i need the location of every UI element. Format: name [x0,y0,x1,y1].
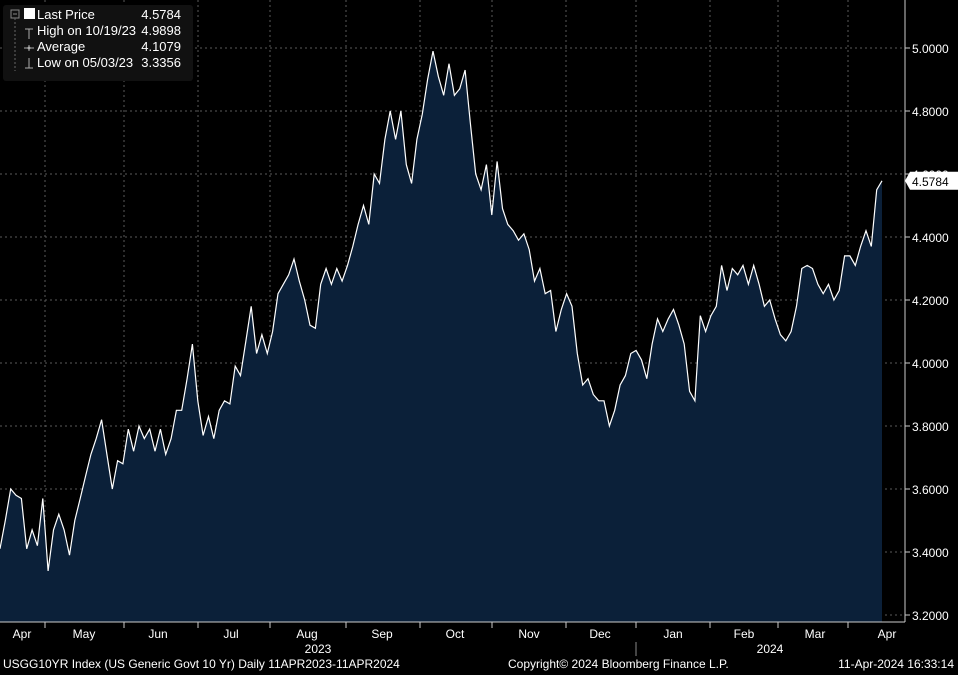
x-tick-label: Sep [371,627,393,641]
price-chart: 3.2000 3.4000 3.6000 3.8000 4.0000 4.2000 4.40… [0,0,958,656]
legend-label: Average [37,39,86,54]
y-tick-label: 4.2000 [912,294,949,308]
y-tick-label: 3.2000 [912,609,949,623]
legend-low: Low on 05/03/23 3.3356 [37,55,187,71]
legend-label: High on 10/19/23 [37,23,137,38]
footer-timestamp: 11-Apr-2024 16:33:14 [838,657,954,671]
x-tick-label: Mar [805,627,826,641]
x-tick-label: Apr [878,627,897,641]
x-tick-label: Nov [518,627,539,641]
x-tick-label: Jun [148,627,167,641]
y-tick-label: 3.6000 [912,483,949,497]
y-tick-label: 4.4000 [912,231,949,245]
legend-last-price: Last Price 4.5784 [37,7,187,23]
x-tick-label: Jan [663,627,682,641]
price-area [0,51,882,623]
x-tick-label: Aug [296,627,317,641]
x-tick-label: Dec [589,627,610,641]
legend-value: 4.1079 [141,39,181,54]
y-tick-label: 3.4000 [912,546,949,560]
legend-value: 4.5784 [141,7,181,22]
x-tick-label: Apr [13,627,32,641]
y-tick-label: 5.0000 [912,42,949,56]
x-tick-label: Jul [223,627,238,641]
last-price-label: 4.5784 [912,175,949,189]
x-tick-label: Feb [734,627,755,641]
footer-ticker: USGG10YR Index (US Generic Govt 10 Yr) D… [3,657,400,671]
legend-label: Last Price [37,7,95,22]
legend-value: 4.9898 [141,23,181,38]
y-tick-label: 3.8000 [912,420,949,434]
year-label: 2024 [757,642,784,656]
y-tick-label: 4.8000 [912,105,949,119]
y-tick-label: 4.0000 [912,357,949,371]
legend-label: Low on 05/03/23 [37,55,134,70]
legend-value: 3.3356 [141,55,181,70]
footer-copyright: Copyright© 2024 Bloomberg Finance L.P. [508,657,729,671]
year-label: 2023 [305,642,332,656]
legend: Last Price 4.5784 High on 10/19/23 4.9898 … [3,5,193,81]
x-tick-label: May [73,627,96,641]
legend-average: Average 4.1079 [37,39,187,55]
x-tick-label: Oct [446,627,465,641]
legend-high: High on 10/19/23 4.9898 [37,23,187,39]
